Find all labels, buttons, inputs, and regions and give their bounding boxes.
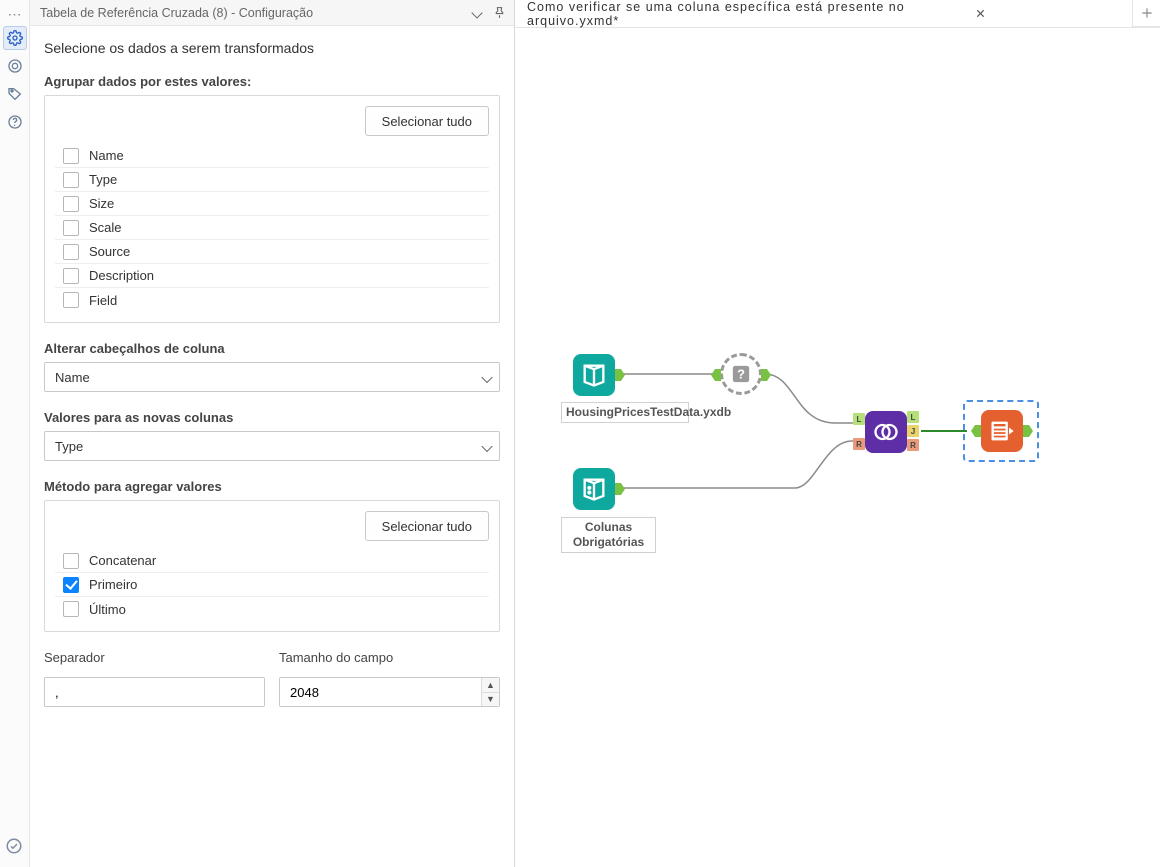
field-size-label: Tamanho do campo	[279, 650, 500, 665]
collapse-icon[interactable]	[468, 4, 486, 22]
add-tab-button[interactable]	[1132, 0, 1160, 27]
header-field-label: Alterar cabeçalhos de coluna	[44, 341, 500, 356]
output-anchor[interactable]	[615, 369, 625, 381]
chevron-down-icon	[483, 439, 491, 454]
input-tool-2[interactable]	[573, 468, 615, 510]
checkbox[interactable]	[63, 601, 79, 617]
input-anchor[interactable]	[711, 369, 721, 381]
list-item[interactable]: Concatenar	[55, 549, 489, 573]
list-item[interactable]: Description	[55, 264, 489, 288]
join-in-R[interactable]: R	[853, 438, 865, 450]
tab-config[interactable]	[3, 26, 27, 50]
agg-method-label: Método para agregar valores	[44, 479, 500, 494]
workflow-canvas[interactable]: HousingPricesTestData.yxdb ? Colunas Obr…	[515, 28, 1160, 867]
svg-text:?: ?	[737, 367, 745, 382]
list-item[interactable]: Field	[55, 288, 489, 312]
checkbox[interactable]	[63, 577, 79, 593]
panel-heading: Selecione os dados a serem transformados	[44, 40, 500, 56]
group-by-label: Agrupar dados por estes valores:	[44, 74, 500, 89]
checkbox[interactable]	[63, 220, 79, 236]
node-label-input1: HousingPricesTestData.yxdb	[561, 402, 689, 423]
checkbox[interactable]	[63, 196, 79, 212]
status-ok-icon	[5, 837, 25, 857]
spin-up-button[interactable]: ▲	[482, 678, 499, 693]
list-item-label: Name	[89, 148, 124, 163]
list-item[interactable]: Type	[55, 168, 489, 192]
separator-label: Separador	[44, 650, 265, 665]
separator-input[interactable]	[44, 677, 265, 707]
checkbox[interactable]	[63, 292, 79, 308]
list-item[interactable]: Source	[55, 240, 489, 264]
field-size-input[interactable]	[279, 677, 500, 707]
checkbox[interactable]	[63, 553, 79, 569]
tab-tag-icon[interactable]	[3, 82, 27, 106]
list-item-label: Concatenar	[89, 553, 156, 568]
config-panel: Tabela de Referência Cruzada (8) - Confi…	[30, 0, 515, 867]
workspace: Como verificar se uma coluna específica …	[515, 0, 1160, 867]
list-item[interactable]: Primeiro	[55, 573, 489, 597]
overflow-icon[interactable]: ⋯	[8, 4, 22, 24]
list-item-label: Último	[89, 602, 126, 617]
list-item-label: Type	[89, 172, 117, 187]
node-label-input2: Colunas Obrigatórias	[561, 517, 656, 553]
list-item-label: Size	[89, 196, 114, 211]
list-item-label: Primeiro	[89, 577, 137, 592]
workflow-tab[interactable]: Como verificar se uma coluna específica …	[515, 0, 995, 27]
select-all-agg-button[interactable]: Selecionar tudo	[365, 511, 489, 541]
values-field-value: Type	[55, 439, 83, 454]
header-field-select[interactable]: Name	[44, 362, 500, 392]
pin-icon[interactable]	[490, 4, 508, 22]
list-item-label: Source	[89, 244, 130, 259]
list-item-label: Scale	[89, 220, 122, 235]
close-icon[interactable]	[974, 7, 987, 21]
checkbox[interactable]	[63, 148, 79, 164]
agg-box: Selecionar tudo Concatenar Primeiro Último	[44, 500, 500, 632]
side-tab-bar: ⋯	[0, 0, 30, 867]
join-out-L[interactable]: L	[907, 411, 919, 423]
list-item-label: Field	[89, 293, 117, 308]
spin-down-button[interactable]: ▼	[482, 693, 499, 707]
workflow-tab-title: Como verificar se uma coluna específica …	[527, 0, 960, 28]
join-in-L[interactable]: L	[853, 413, 865, 425]
list-item-label: Description	[89, 268, 154, 283]
list-item[interactable]: Name	[55, 144, 489, 168]
checkbox[interactable]	[63, 268, 79, 284]
panel-title: Tabela de Referência Cruzada (8) - Confi…	[40, 6, 464, 20]
input-tool-1[interactable]	[573, 354, 615, 396]
checkbox[interactable]	[63, 244, 79, 260]
join-out-J[interactable]: J	[907, 425, 919, 437]
header-field-value: Name	[55, 370, 90, 385]
join-tool[interactable]	[865, 411, 907, 453]
list-item[interactable]: Último	[55, 597, 489, 621]
join-out-R[interactable]: R	[907, 439, 919, 451]
values-field-label: Valores para as novas colunas	[44, 410, 500, 425]
tab-target-icon[interactable]	[3, 54, 27, 78]
select-all-group-button[interactable]: Selecionar tudo	[365, 106, 489, 136]
tab-help-icon[interactable]	[3, 110, 27, 134]
unknown-tool[interactable]: ?	[720, 353, 762, 395]
output-anchor[interactable]	[615, 483, 625, 495]
values-field-select[interactable]: Type	[44, 431, 500, 461]
crosstab-tool[interactable]	[981, 410, 1023, 452]
output-anchor[interactable]	[761, 369, 771, 381]
group-by-box: Selecionar tudo Name Type Size Scale Source D…	[44, 95, 500, 323]
chevron-down-icon	[483, 370, 491, 385]
checkbox[interactable]	[63, 172, 79, 188]
list-item[interactable]: Scale	[55, 216, 489, 240]
list-item[interactable]: Size	[55, 192, 489, 216]
